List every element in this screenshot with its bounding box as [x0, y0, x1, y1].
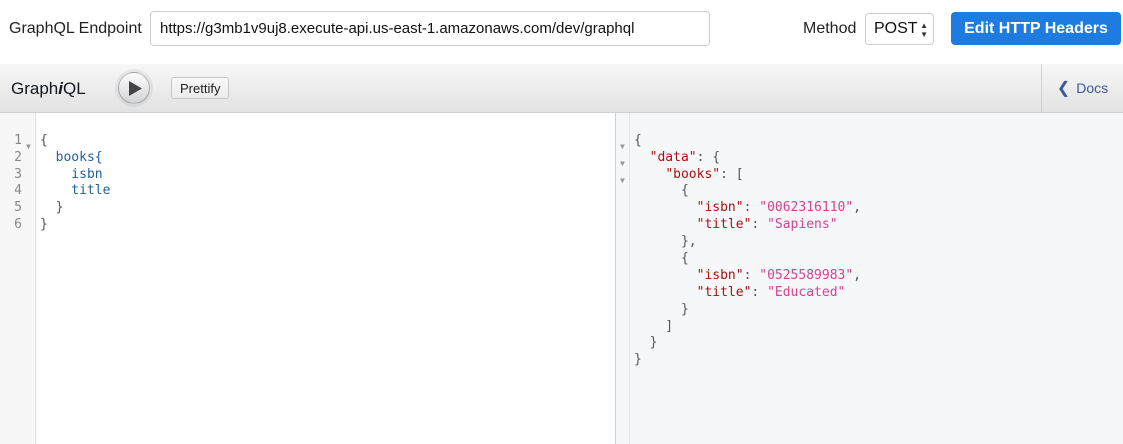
- json-key: "isbn": [696, 200, 744, 215]
- line-number: 4: [14, 183, 22, 198]
- json-string: "0062316110": [759, 200, 854, 215]
- fold-arrow-icon[interactable]: ▼: [620, 173, 625, 190]
- query-line: books{: [40, 150, 103, 165]
- execute-query-button[interactable]: [118, 72, 150, 104]
- result-line: {: [634, 183, 689, 198]
- result-line: }: [634, 335, 658, 350]
- line-number: 6: [14, 217, 22, 232]
- line-number: 1: [14, 133, 22, 148]
- select-arrows-icon: ▲ ▼: [920, 21, 928, 39]
- result-line: "title": "Educated": [696, 285, 846, 300]
- prettify-button[interactable]: Prettify: [171, 77, 230, 99]
- json-key: "books": [665, 167, 721, 182]
- endpoint-bar: GraphQL Endpoint Method POST ▲▼ Edit HTT…: [0, 0, 1123, 64]
- json-key: "title": [696, 285, 752, 300]
- fold-arrow-icon[interactable]: ▼: [26, 139, 31, 156]
- method-select[interactable]: POST ▲ ▼: [865, 13, 934, 45]
- endpoint-label: GraphQL Endpoint: [9, 20, 142, 37]
- query-editor[interactable]: 1 ▼ 2 3 4 5 6 { books{ isbn title } }: [0, 113, 615, 444]
- result-line: "title": "Sapiens": [696, 217, 838, 232]
- result-line: "books": [: [665, 167, 744, 182]
- result-line: },: [634, 234, 697, 249]
- play-icon: [129, 81, 142, 96]
- chevron-left-icon: ❮: [1056, 80, 1071, 97]
- query-line: title: [40, 183, 111, 198]
- method-value: POST: [874, 20, 918, 37]
- json-key: "isbn": [696, 268, 744, 283]
- result-viewer: ▼ ▼ ▼ { "data": { "books": [ { "isbn": "…: [616, 113, 1123, 444]
- json-key: "title": [696, 217, 752, 232]
- docs-label: Docs: [1076, 80, 1109, 96]
- fold-arrow-icon[interactable]: ▼: [620, 156, 625, 173]
- query-line: }: [40, 200, 64, 215]
- result-line: ]: [634, 319, 674, 334]
- json-string: "Educated": [767, 285, 846, 300]
- result-line: "isbn": "0525589983",: [696, 268, 861, 283]
- title-prefix: Graph: [11, 79, 59, 98]
- line-number: 5: [14, 200, 22, 215]
- title-suffix: QL: [62, 79, 86, 98]
- graphiql-toolbar: GraphiQL Prettify ❮ Docs: [0, 64, 1123, 113]
- query-line: isbn: [40, 167, 103, 182]
- result-line: }: [634, 352, 642, 367]
- docs-button[interactable]: ❮ Docs: [1041, 64, 1123, 112]
- endpoint-url-input[interactable]: [150, 11, 710, 46]
- json-string: "Sapiens": [767, 217, 838, 232]
- json-key: "data": [649, 150, 697, 165]
- edit-http-headers-button[interactable]: Edit HTTP Headers: [951, 12, 1121, 45]
- line-number: 3: [14, 167, 22, 182]
- result-line: "data": {: [649, 150, 721, 165]
- query-line: {: [40, 133, 48, 148]
- graphiql-title: GraphiQL: [11, 79, 86, 99]
- result-line: "isbn": "0062316110",: [696, 200, 861, 215]
- result-line: {: [634, 133, 642, 148]
- result-line: {: [634, 251, 689, 266]
- line-number: 2: [14, 150, 22, 165]
- fold-arrow-icon[interactable]: ▼: [620, 139, 625, 156]
- json-string: "0525589983": [759, 268, 854, 283]
- query-line: }: [40, 217, 48, 232]
- result-line: }: [634, 302, 689, 317]
- method-label: Method: [803, 20, 857, 37]
